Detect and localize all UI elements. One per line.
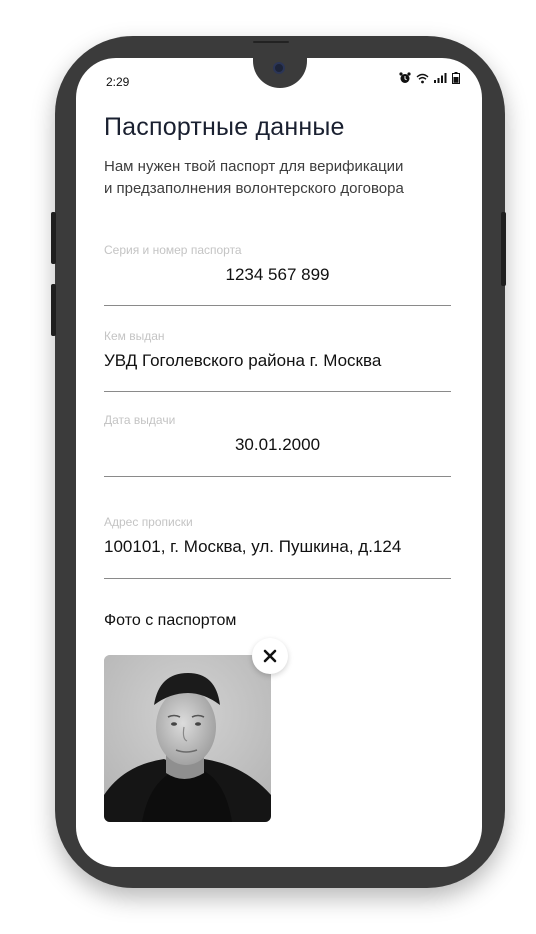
close-icon — [263, 649, 277, 663]
alarm-icon — [399, 72, 411, 83]
address-field[interactable]: Адрес прописки 100101, г. Москва, ул. Пу… — [104, 515, 451, 579]
battery-icon — [452, 72, 460, 84]
passport-number-underline — [104, 305, 451, 306]
issued-by-label: Кем выдан — [104, 329, 165, 343]
issued-by-underline — [104, 391, 451, 392]
page-title: Паспортные данные — [104, 113, 345, 141]
address-underline — [104, 578, 451, 579]
issue-date-label: Дата выдачи — [104, 413, 176, 427]
address-value[interactable]: 100101, г. Москва, ул. Пушкина, д.124 — [104, 537, 451, 557]
issue-date-underline — [104, 476, 451, 477]
status-time: 2:29 — [106, 75, 130, 89]
page-subtitle: Нам нужен твой паспорт для верификации и… — [104, 158, 404, 197]
passport-number-value[interactable]: 1234 567 899 — [104, 265, 451, 285]
phone-volume-down-button — [51, 284, 56, 336]
issued-by-value[interactable]: УВД Гоголевского района г. Москва — [104, 351, 451, 371]
photo-section-label: Фото с паспортом — [104, 612, 237, 629]
issue-date-value[interactable]: 30.01.2000 — [104, 435, 451, 455]
issue-date-field[interactable]: Дата выдачи 30.01.2000 — [104, 413, 451, 477]
passport-photo[interactable] — [104, 655, 271, 822]
camera-notch — [253, 58, 307, 88]
passport-number-label: Серия и номер паспорта — [104, 243, 242, 257]
status-icons — [399, 72, 460, 84]
phone-power-button — [501, 212, 506, 286]
address-label: Адрес прописки — [104, 515, 193, 529]
person-photo-image — [104, 655, 271, 822]
wifi-icon — [416, 73, 429, 83]
front-camera-icon — [273, 62, 285, 74]
issued-by-field[interactable]: Кем выдан УВД Гоголевского района г. Мос… — [104, 329, 451, 393]
passport-number-field[interactable]: Серия и номер паспорта 1234 567 899 — [104, 243, 451, 307]
phone-speaker — [253, 41, 289, 43]
signal-icon — [434, 73, 447, 83]
app-screen: 2:29 Паспортные данные Нам нужен твой па… — [76, 58, 482, 867]
remove-photo-button[interactable] — [252, 638, 288, 674]
phone-volume-up-button — [51, 212, 56, 264]
